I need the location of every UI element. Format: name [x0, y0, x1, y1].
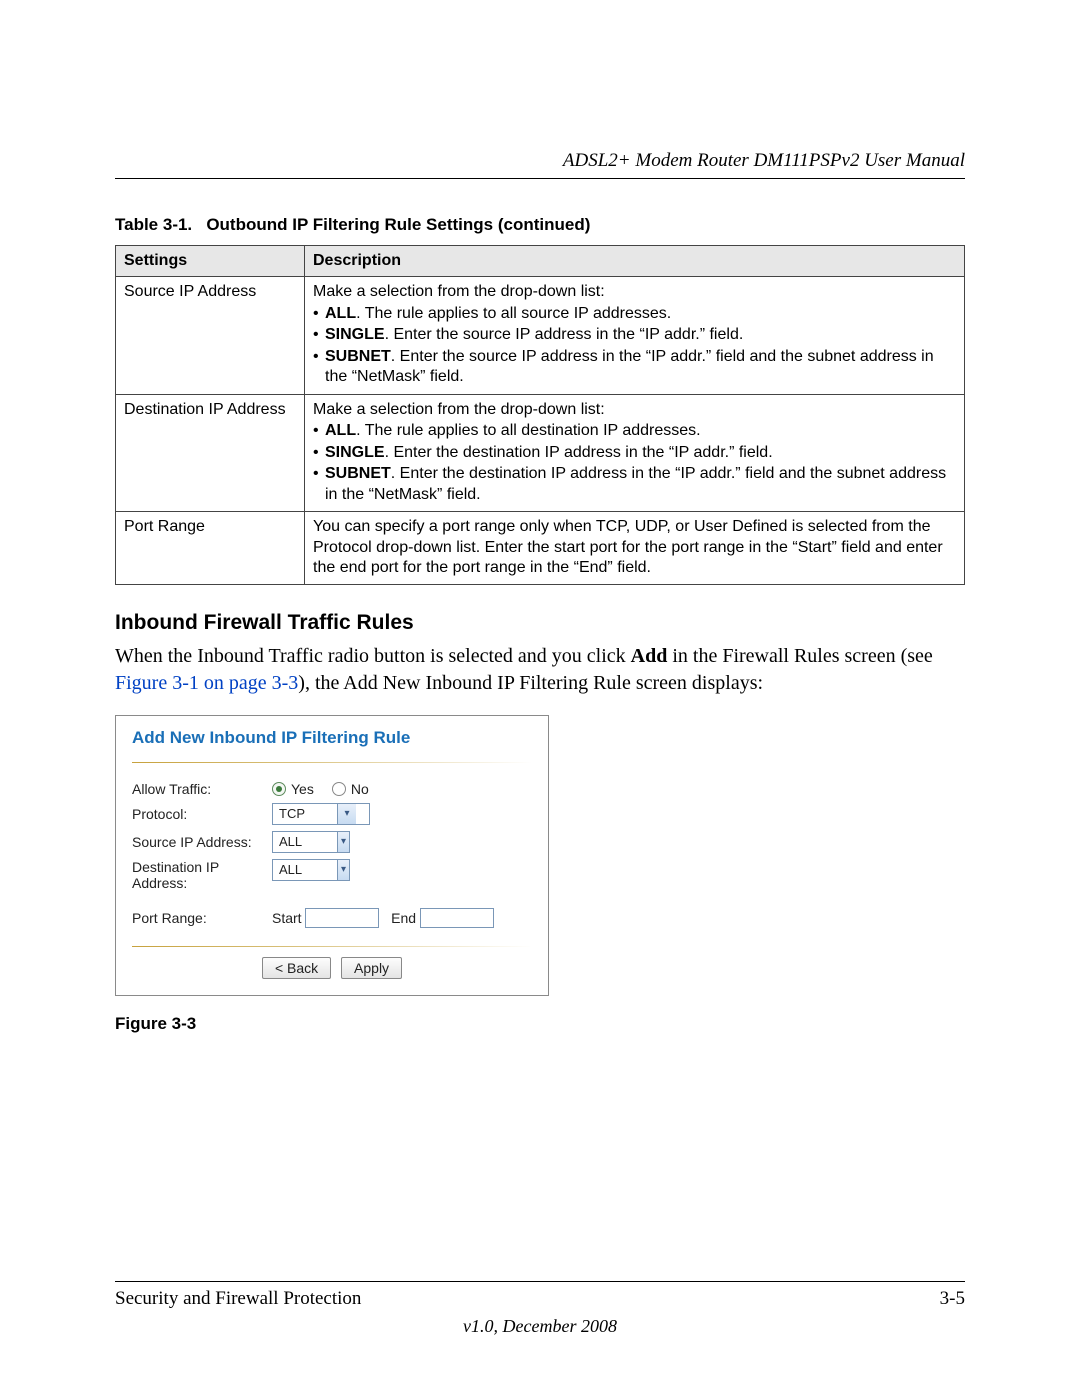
- footer-left: Security and Firewall Protection: [115, 1288, 361, 1310]
- table-caption-prefix: Table 3-1.: [115, 215, 192, 234]
- select-source-ip[interactable]: ALL ▾: [272, 831, 350, 853]
- bullet-text: SUBNET. Enter the destination IP address…: [325, 464, 956, 505]
- body-paragraph: When the Inbound Traffic radio button is…: [115, 643, 965, 697]
- bullet-item: •SINGLE. Enter the source IP address in …: [313, 325, 956, 345]
- page-footer: Security and Firewall Protection 3-5 v1.…: [115, 1281, 965, 1337]
- bullet-item: •SUBNET. Enter the source IP address in …: [313, 347, 956, 388]
- figure-caption: Figure 3-3: [115, 1014, 965, 1034]
- table-caption-text: Outbound IP Filtering Rule Settings (con…: [206, 215, 590, 234]
- desc-intro: Make a selection from the drop-down list…: [313, 282, 956, 302]
- bullet-icon: •: [313, 304, 325, 324]
- label-protocol: Protocol:: [132, 806, 272, 822]
- radio-label: No: [351, 781, 369, 797]
- bullet-item: •ALL. The rule applies to all source IP …: [313, 304, 956, 324]
- input-port-end[interactable]: [420, 908, 494, 928]
- label-start: Start: [272, 910, 302, 926]
- chevron-down-icon: ▾: [337, 804, 356, 824]
- dialog-buttons: < Back Apply: [132, 957, 532, 979]
- bullet-icon: •: [313, 443, 325, 463]
- cell-setting: Source IP Address: [116, 277, 305, 394]
- table-row: Destination IP Address Make a selection …: [116, 394, 965, 511]
- label-dest-ip: Destination IP Address:: [132, 859, 272, 893]
- label-allow-traffic: Allow Traffic:: [132, 781, 272, 797]
- bullet-icon: •: [313, 325, 325, 345]
- th-settings: Settings: [116, 246, 305, 277]
- row-source-ip: Source IP Address: ALL ▾: [132, 831, 532, 853]
- row-allow-traffic: Allow Traffic: Yes No: [132, 781, 532, 797]
- para-text: in the Firewall Rules screen (see: [667, 645, 932, 667]
- table-caption: Table 3-1. Outbound IP Filtering Rule Se…: [115, 215, 965, 235]
- bullet-text: SUBNET. Enter the source IP address in t…: [325, 347, 956, 388]
- divider: [132, 762, 532, 763]
- select-dest-ip[interactable]: ALL ▾: [272, 859, 350, 881]
- bullet-icon: •: [313, 347, 325, 388]
- radio-icon: [332, 782, 346, 796]
- radio-label: Yes: [291, 781, 314, 797]
- figure-link[interactable]: Figure 3-1 on page 3-3: [115, 672, 298, 694]
- label-end: End: [391, 910, 416, 926]
- desc-intro: Make a selection from the drop-down list…: [313, 400, 956, 420]
- back-button[interactable]: < Back: [262, 957, 331, 979]
- label-source-ip: Source IP Address:: [132, 834, 272, 850]
- footer-page-number: 3-5: [940, 1288, 965, 1310]
- bullet-text: SINGLE. Enter the destination IP address…: [325, 443, 956, 463]
- page-header: ADSL2+ Modem Router DM111PSPv2 User Manu…: [115, 150, 965, 179]
- divider: [132, 946, 532, 947]
- select-value: ALL: [273, 834, 337, 849]
- row-dest-ip: Destination IP Address: ALL ▾: [132, 859, 532, 893]
- cell-description: Make a selection from the drop-down list…: [305, 277, 965, 394]
- radio-dot-icon: [276, 786, 282, 792]
- radio-allow-yes[interactable]: Yes: [272, 781, 314, 797]
- bullet-text: ALL. The rule applies to all source IP a…: [325, 304, 956, 324]
- para-text: When the Inbound Traffic radio button is…: [115, 645, 631, 667]
- cell-description: You can specify a port range only when T…: [305, 512, 965, 584]
- select-value: ALL: [273, 862, 337, 877]
- add-inbound-rule-dialog: Add New Inbound IP Filtering Rule Allow …: [115, 715, 549, 997]
- bullet-icon: •: [313, 464, 325, 505]
- page: ADSL2+ Modem Router DM111PSPv2 User Manu…: [0, 0, 1080, 1397]
- row-protocol: Protocol: TCP ▾: [132, 803, 532, 825]
- radio-icon: [272, 782, 286, 796]
- label-port-range: Port Range:: [132, 910, 272, 926]
- apply-button[interactable]: Apply: [341, 957, 402, 979]
- cell-description: Make a selection from the drop-down list…: [305, 394, 965, 511]
- select-protocol[interactable]: TCP ▾: [272, 803, 370, 825]
- bullet-item: •ALL. The rule applies to all destinatio…: [313, 421, 956, 441]
- select-value: TCP: [273, 806, 337, 821]
- footer-version: v1.0, December 2008: [115, 1316, 965, 1337]
- bullet-text: ALL. The rule applies to all destination…: [325, 421, 956, 441]
- bullet-icon: •: [313, 421, 325, 441]
- cell-setting: Destination IP Address: [116, 394, 305, 511]
- chevron-down-icon: ▾: [337, 860, 349, 880]
- table-row: Port Range You can specify a port range …: [116, 512, 965, 584]
- bullet-item: •SUBNET. Enter the destination IP addres…: [313, 464, 956, 505]
- settings-table: Settings Description Source IP Address M…: [115, 245, 965, 585]
- input-port-start[interactable]: [305, 908, 379, 928]
- bullet-item: •SINGLE. Enter the destination IP addres…: [313, 443, 956, 463]
- para-text: ), the Add New Inbound IP Filtering Rule…: [298, 672, 763, 694]
- chevron-down-icon: ▾: [337, 832, 349, 852]
- table-row: Source IP Address Make a selection from …: [116, 277, 965, 394]
- radio-allow-no[interactable]: No: [332, 781, 369, 797]
- cell-setting: Port Range: [116, 512, 305, 584]
- desc-intro: You can specify a port range only when T…: [313, 517, 956, 578]
- dialog-title: Add New Inbound IP Filtering Rule: [132, 728, 532, 748]
- row-port-range: Port Range: Start End: [132, 908, 532, 928]
- section-heading: Inbound Firewall Traffic Rules: [115, 611, 965, 635]
- th-description: Description: [305, 246, 965, 277]
- bullet-text: SINGLE. Enter the source IP address in t…: [325, 325, 956, 345]
- para-bold: Add: [631, 645, 668, 667]
